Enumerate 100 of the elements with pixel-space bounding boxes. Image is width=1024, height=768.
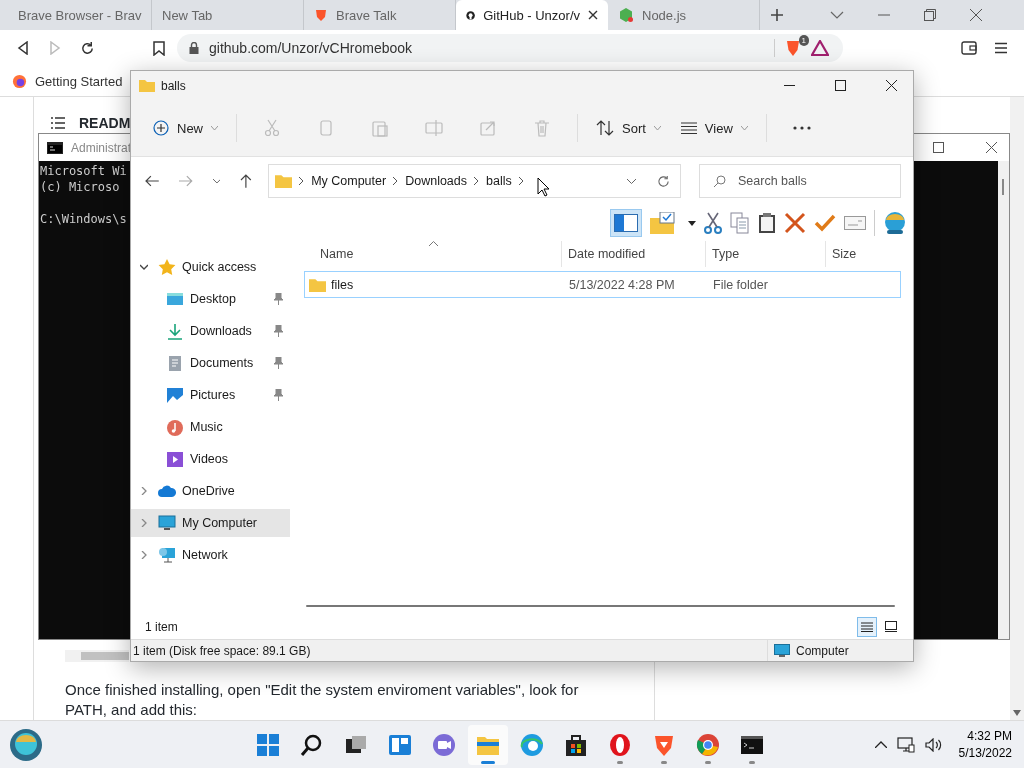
breadcrumb[interactable]: balls	[486, 174, 512, 188]
video-icon	[166, 450, 184, 468]
close-icon[interactable]	[886, 80, 897, 91]
preview-pane-icon	[614, 214, 638, 232]
column-header[interactable]: Date modified	[562, 241, 706, 267]
nav-item[interactable]: Pictures	[131, 381, 290, 409]
nav-item[interactable]: My Computer	[131, 509, 290, 537]
back-icon[interactable]	[16, 41, 30, 55]
preview-pane-button[interactable]	[610, 209, 642, 237]
caret-icon	[211, 126, 218, 130]
breadcrumb[interactable]: Downloads	[405, 174, 467, 188]
triangle-icon[interactable]	[811, 40, 829, 56]
new-button[interactable]: New	[151, 116, 220, 140]
clock[interactable]: 4:32 PM 5/13/2022	[958, 729, 1012, 760]
sort-button[interactable]: Sort	[594, 116, 663, 140]
chevron-down-icon[interactable]	[627, 178, 636, 184]
nav-item[interactable]: Music	[131, 413, 290, 441]
nav-item[interactable]: Desktop	[131, 285, 290, 313]
more-icon[interactable]	[792, 126, 811, 130]
vertical-scrollbar[interactable]	[998, 161, 1009, 639]
chevron-down-icon[interactable]	[140, 263, 148, 271]
browser-tab[interactable]: Node.js	[608, 0, 760, 30]
chevron-right-icon[interactable]	[299, 177, 305, 185]
pin-icon[interactable]	[273, 293, 284, 305]
search-field[interactable]: Search balls	[699, 164, 901, 198]
browser-tab[interactable]: Brave Browser - Brav	[0, 0, 152, 30]
folder-icon	[139, 79, 155, 92]
up-arrow-icon[interactable]	[240, 174, 253, 188]
chevron-right-icon[interactable]	[474, 177, 479, 185]
bookmark-item[interactable]: Getting Started	[12, 73, 123, 89]
shell-globe-icon[interactable]	[9, 727, 43, 762]
address-bar[interactable]: github.com/Unzor/vCHromebook 1	[177, 34, 843, 62]
chevron-down-icon[interactable]	[830, 11, 844, 19]
chevron-right-icon[interactable]	[140, 487, 148, 495]
delete-x-icon[interactable]	[784, 212, 806, 234]
maximize-icon[interactable]	[835, 80, 846, 91]
chevron-right-icon[interactable]	[140, 551, 148, 559]
chevron-right-icon[interactable]	[518, 177, 524, 185]
view-button[interactable]: View	[678, 116, 750, 140]
nav-item[interactable]: Downloads	[131, 317, 290, 345]
nav-item[interactable]: OneDrive	[131, 477, 290, 505]
running-indicator	[481, 760, 495, 764]
nav-item[interactable]: Network	[131, 541, 290, 569]
column-header[interactable]: Type	[706, 241, 826, 267]
console-line: (c) Microso	[40, 179, 120, 195]
column-header[interactable]: Size	[826, 241, 901, 267]
chevron-down-icon[interactable]	[212, 178, 221, 184]
nav-item[interactable]: Quick access	[131, 253, 290, 281]
chevron-right-icon[interactable]	[393, 177, 399, 185]
list-icon[interactable]	[51, 117, 65, 129]
running-indicator	[705, 760, 711, 764]
vertical-scrollbar[interactable]	[1010, 97, 1024, 720]
download-arrow-icon	[166, 322, 184, 340]
wallet-icon[interactable]	[961, 41, 977, 55]
readme-heading: READM	[79, 115, 131, 131]
lion-shield-icon[interactable]	[785, 39, 801, 57]
volume-icon[interactable]	[924, 737, 943, 752]
monitor-icon	[774, 643, 790, 658]
close-icon[interactable]	[588, 10, 598, 20]
pin-icon[interactable]	[273, 357, 284, 369]
back-icon[interactable]	[145, 175, 159, 187]
column-header[interactable]: Name	[304, 241, 562, 267]
caret-icon	[653, 126, 661, 130]
checkmark-icon[interactable]	[814, 214, 836, 232]
browser-tab[interactable]: GitHub - Unzor/v	[456, 0, 608, 30]
window-title: Administrat	[71, 140, 132, 155]
menu-icon[interactable]	[995, 42, 1007, 54]
horizontal-scrollbar[interactable]	[306, 605, 895, 607]
nav-item[interactable]: Documents	[131, 349, 290, 377]
cloud-icon	[158, 483, 176, 499]
nav-item[interactable]: Videos	[131, 445, 290, 473]
caret-icon[interactable]	[688, 220, 696, 226]
paragraph: Once finished installing, open "Edit the system enviroment variables", look for PATH, and add this:	[65, 680, 580, 720]
browser-tab[interactable]: New Tab	[152, 0, 304, 30]
fox-globe-icon	[12, 73, 27, 89]
scroll-down-icon[interactable]	[1013, 710, 1021, 716]
folder-icon	[309, 277, 326, 292]
address-bar[interactable]: My Computer Downloads balls	[268, 164, 681, 198]
close-icon[interactable]	[986, 142, 997, 153]
start-icon	[256, 732, 280, 757]
envelope-icon[interactable]	[844, 216, 866, 230]
new-tab-icon[interactable]	[770, 8, 784, 22]
network-icon[interactable]	[896, 736, 915, 753]
reload-icon[interactable]	[80, 40, 95, 56]
pin-icon[interactable]	[273, 325, 284, 337]
bookmark-icon[interactable]	[153, 40, 165, 56]
breadcrumb[interactable]: My Computer	[311, 174, 387, 188]
scissors-icon[interactable]	[704, 212, 722, 234]
restore-icon[interactable]	[924, 9, 936, 21]
horizontal-scrollbar[interactable]	[65, 650, 129, 662]
maximize-icon[interactable]	[933, 142, 944, 153]
caret-icon	[740, 126, 748, 130]
details-list-icon	[861, 621, 873, 632]
details-view-button[interactable]	[857, 616, 877, 637]
chevron-up-icon[interactable]	[874, 741, 887, 748]
refresh-icon[interactable]	[657, 174, 670, 188]
clipboard-icon[interactable]	[758, 212, 776, 234]
shell-globe-icon[interactable]	[883, 212, 907, 234]
pin-icon[interactable]	[273, 389, 284, 401]
file-row[interactable]: files 5/13/2022 4:28 PM File folder	[304, 271, 901, 298]
